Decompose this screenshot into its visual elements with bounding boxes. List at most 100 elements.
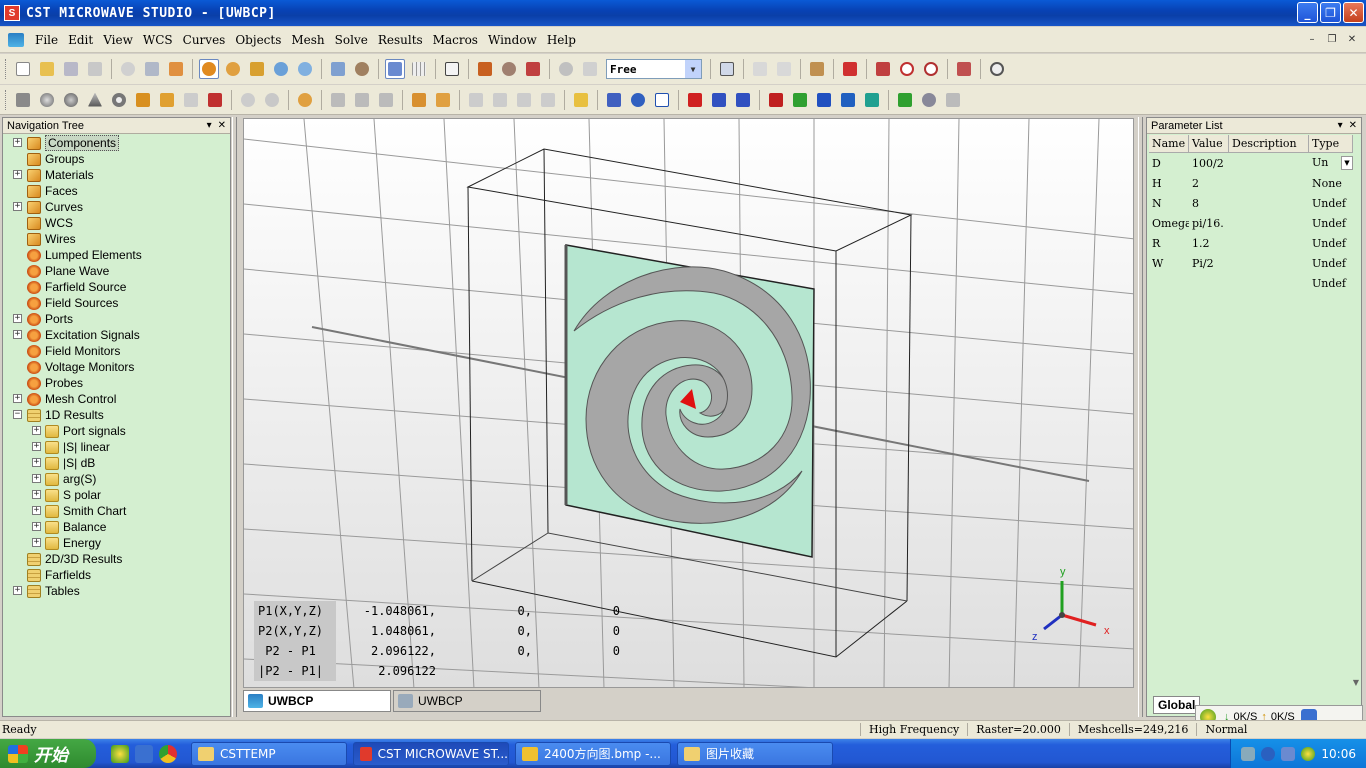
tree-item[interactable]: Voltage Monitors [27, 359, 134, 375]
shell-icon[interactable] [466, 90, 486, 110]
cone-icon[interactable] [85, 90, 105, 110]
import-icon[interactable] [142, 59, 162, 79]
pick-edge-icon[interactable] [523, 59, 543, 79]
parameter-value[interactable]: 2 [1189, 177, 1229, 190]
menu-results[interactable]: Results [373, 33, 428, 47]
parameter-type[interactable]: Undef [1309, 257, 1353, 270]
tree-item[interactable]: + arg(S) [32, 471, 96, 487]
rotate-view-icon[interactable] [199, 59, 219, 79]
expand-icon[interactable]: + [32, 458, 41, 467]
ruler-icon[interactable] [571, 90, 591, 110]
template-icon[interactable] [895, 90, 915, 110]
pan-icon[interactable] [247, 59, 267, 79]
toolbar-grip[interactable] [5, 89, 8, 110]
menu-macros[interactable]: Macros [428, 33, 483, 47]
parameter-type[interactable]: Undef [1309, 277, 1353, 290]
box-outline-icon[interactable] [652, 90, 672, 110]
tray-arrow-icon[interactable] [1261, 746, 1276, 761]
expand-icon[interactable]: + [13, 330, 22, 339]
parameter-row[interactable]: R 1.2 Undef [1149, 233, 1353, 253]
maximize-button[interactable]: ❐ [1320, 2, 1341, 23]
network-tray-icon[interactable] [1281, 746, 1296, 761]
parameter-row[interactable]: Omega pi/16. Undef [1149, 213, 1353, 233]
print-icon[interactable] [85, 59, 105, 79]
right-splitter[interactable] [1138, 117, 1143, 717]
tree-item[interactable]: + |S| dB [32, 455, 95, 471]
quicklaunch-network-icon[interactable] [111, 744, 129, 763]
menu-wcs[interactable]: WCS [138, 33, 178, 47]
column-value[interactable]: Value [1189, 135, 1229, 153]
open-folder-icon[interactable] [37, 59, 57, 79]
expand-icon[interactable]: + [32, 426, 41, 435]
parameter-name[interactable]: N [1149, 197, 1189, 210]
loft-icon[interactable] [181, 90, 201, 110]
parameter-name[interactable]: D [1149, 157, 1189, 170]
split-icon[interactable] [538, 90, 558, 110]
tree-item[interactable]: Field Monitors [27, 343, 120, 359]
parameter-type[interactable]: Undef [1309, 197, 1353, 210]
parameter-row[interactable]: Undef [1149, 273, 1353, 293]
integral-solver-icon[interactable] [838, 90, 858, 110]
bend-icon[interactable] [205, 90, 225, 110]
grid-icon[interactable] [409, 59, 429, 79]
optimizer-icon[interactable] [919, 90, 939, 110]
torus-icon[interactable] [109, 90, 129, 110]
tree-item[interactable]: Farfield Source [27, 279, 126, 295]
paste-icon[interactable] [774, 59, 794, 79]
expand-icon[interactable]: + [13, 138, 22, 147]
panel-menu-icon[interactable]: ▾ [207, 120, 212, 131]
parameter-value[interactable]: pi/16. [1189, 217, 1229, 230]
close-button[interactable]: ✕ [1343, 2, 1364, 23]
tab-global[interactable]: Global [1153, 696, 1201, 714]
parameter-value[interactable]: Pi/2 [1189, 257, 1229, 270]
tree-item[interactable]: WCS [27, 215, 73, 231]
tree-item[interactable]: + Balance [32, 519, 106, 535]
tree-item[interactable]: + Materials [13, 167, 94, 183]
parameter-row[interactable]: H 2 None [1149, 173, 1353, 193]
slice-icon[interactable] [514, 90, 534, 110]
panel-close-icon[interactable]: ✕ [218, 120, 226, 131]
menu-file[interactable]: File [30, 33, 63, 47]
transient-solver-icon[interactable] [766, 90, 786, 110]
expand-icon[interactable]: + [32, 506, 41, 515]
clipboard-icon[interactable] [807, 59, 827, 79]
tree-item[interactable]: Faces [27, 183, 78, 199]
clock[interactable]: 10:06 [1321, 747, 1356, 761]
parameter-type[interactable]: Un ▼ [1309, 156, 1353, 170]
history-icon[interactable] [118, 59, 138, 79]
cube-view-icon[interactable] [442, 59, 462, 79]
tree-item[interactable]: Probes [27, 375, 83, 391]
parameter-sweep-icon[interactable] [943, 90, 963, 110]
pick-lens-icon[interactable] [987, 59, 1007, 79]
parameter-type[interactable]: Undef [1309, 217, 1353, 230]
zoom-box-icon[interactable] [295, 59, 315, 79]
pick-point-icon[interactable] [873, 59, 893, 79]
expand-icon[interactable]: + [13, 394, 22, 403]
expand-icon[interactable]: + [13, 170, 22, 179]
tree-item[interactable]: + Energy [32, 535, 101, 551]
settings-icon[interactable] [499, 59, 519, 79]
view-options-icon[interactable] [352, 59, 372, 79]
menu-solve[interactable]: Solve [330, 33, 373, 47]
redo-icon[interactable] [580, 59, 600, 79]
sphere-icon[interactable] [37, 90, 57, 110]
lumped-element-icon[interactable] [733, 90, 753, 110]
expand-icon[interactable]: + [32, 538, 41, 547]
keyboard-icon[interactable] [1241, 746, 1256, 761]
measure-icon[interactable] [717, 59, 737, 79]
expand-icon[interactable]: + [13, 586, 22, 595]
save-icon[interactable] [61, 59, 81, 79]
copy-icon[interactable] [750, 59, 770, 79]
wave-icon[interactable] [628, 90, 648, 110]
menu-curves[interactable]: Curves [178, 33, 231, 47]
clear-picks-icon[interactable] [954, 59, 974, 79]
doc-close-button[interactable]: ✕ [1344, 32, 1360, 46]
parameter-name[interactable]: W [1149, 257, 1189, 270]
menu-edit[interactable]: Edit [63, 33, 98, 47]
rotate-icon[interactable] [157, 90, 177, 110]
left-splitter[interactable] [232, 117, 237, 717]
pick-circle-center-icon[interactable] [897, 59, 917, 79]
tree-item[interactable]: + Mesh Control [13, 391, 116, 407]
chevron-down-icon[interactable]: ▼ [685, 60, 701, 78]
document-icon[interactable] [8, 32, 24, 47]
